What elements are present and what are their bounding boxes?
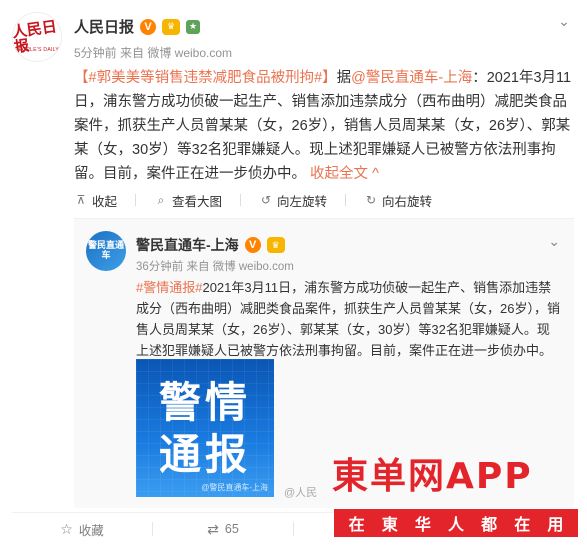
image-watermark: @警民直通车-上海 — [201, 483, 268, 492]
like-button[interactable]: ♡ 2 — [435, 521, 575, 538]
repost-hashtag[interactable]: #警情通报# — [136, 280, 202, 295]
comment-button[interactable]: ▭ 2 — [294, 521, 434, 538]
action-bar: ☆ 收藏 ⇄ 65 ▭ 2 ♡ 2 — [12, 512, 575, 545]
rotate-left-icon: ↺ — [261, 193, 272, 207]
people-daily-logo-sub: PEOPLE'S DAILY — [15, 47, 59, 53]
star-icon: ☆ — [60, 520, 73, 537]
post-text: 【#郭美美等销售违禁减肥食品被刑拘#】据@警民直通车-上海：2021年3月11日… — [74, 66, 574, 186]
author-name-row: 人民日报 V ♛ ★ — [74, 16, 201, 37]
reposted-inner: 警民直通车 警民直通车-上海 V ♛ 36分钟前 来自 微博 weibo.com… — [86, 231, 562, 508]
favorite-button[interactable]: ☆ 收藏 — [12, 520, 152, 539]
post-header: 人民日报 PEOPLE'S DAILY 人民日报 V ♛ ★ 5分钟前 来自 微… — [12, 12, 575, 62]
post-hashtag[interactable]: 【#郭美美等销售违禁减肥食品被刑拘#】 — [74, 70, 337, 86]
post-meta: 5分钟前 来自 微博 weibo.com — [74, 46, 233, 60]
post-intro: 据 — [336, 70, 352, 86]
image-toolbar: ⊼ 收起 ⌕ 查看大图 ↺ 向左旋转 ↻ 向右旋转 — [74, 188, 574, 212]
verified-icon: V — [244, 237, 261, 253]
view-large-button[interactable]: ⌕ 查看大图 — [154, 191, 222, 210]
repost-icon: ⇄ — [207, 520, 219, 537]
author-name[interactable]: 人民日报 — [74, 16, 134, 37]
repost-text: #警情通报#2021年3月11日，浦东警方成功侦破一起生产、销售添加违禁成分（西… — [136, 277, 560, 361]
rotate-right-button[interactable]: ↻ 向右旋转 — [364, 191, 432, 210]
police-notice-image[interactable]: 警情通报 @警民直通车-上海 — [136, 359, 274, 497]
zoom-icon: ⌕ — [157, 192, 165, 207]
collapse-button[interactable]: ⊼ 收起 — [74, 191, 117, 210]
comment-icon: ▭ — [350, 520, 365, 537]
medal-icon: ★ — [186, 19, 201, 34]
collapse-icon: ⊼ — [76, 193, 86, 207]
repost-author-avatar[interactable]: 警民直通车 — [86, 231, 126, 271]
police-notice-title: 警情通报 — [158, 378, 251, 479]
divider — [135, 194, 137, 206]
repost-author-name[interactable]: 警民直通车-上海 — [136, 235, 239, 255]
chevron-down-icon[interactable]: ⌄ — [548, 233, 560, 250]
divider — [240, 194, 242, 206]
reposted-card: 警民直通车 警民直通车-上海 V ♛ 36分钟前 来自 微博 weibo.com… — [74, 218, 574, 508]
chevron-down-icon[interactable]: ⌄ — [557, 14, 571, 28]
rotate-right-icon: ↻ — [366, 193, 377, 207]
author-avatar[interactable]: 人民日报 PEOPLE'S DAILY — [12, 12, 62, 62]
verified-icon: V — [140, 18, 157, 35]
divider — [345, 194, 347, 206]
repost-meta: 36分钟前 来自 微博 weibo.com — [136, 261, 294, 273]
weibo-watermark: @人民 — [284, 487, 318, 499]
post-mention[interactable]: @警民直通车-上海 — [351, 70, 472, 86]
collapse-text-link[interactable]: 收起全文 ^ — [310, 166, 379, 182]
rotate-left-button[interactable]: ↺ 向左旋转 — [259, 191, 327, 210]
level-icon: ♛ — [162, 18, 181, 35]
level-icon: ♛ — [266, 237, 285, 253]
repost-button[interactable]: ⇄ 65 — [153, 521, 293, 538]
repost-author-row: 警民直通车-上海 V ♛ — [136, 235, 285, 255]
like-icon: ♡ — [492, 520, 505, 537]
